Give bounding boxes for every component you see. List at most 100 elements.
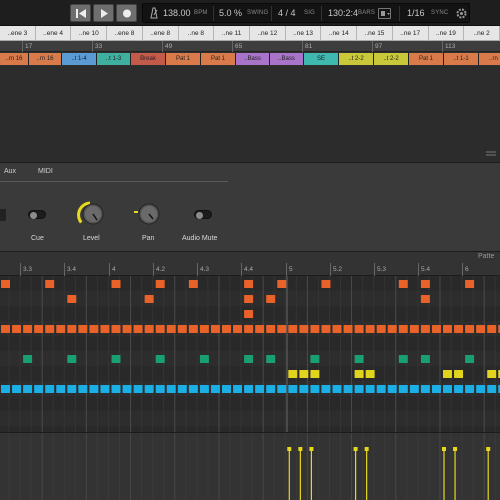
pattern-clip[interactable]: ..Bass — [270, 53, 304, 65]
note[interactable] — [266, 295, 276, 303]
note[interactable] — [465, 280, 475, 288]
note[interactable] — [166, 385, 176, 393]
note[interactable] — [78, 325, 88, 333]
note[interactable] — [310, 370, 320, 378]
pattern-clip[interactable]: ..t 1-4 — [62, 53, 97, 65]
note[interactable] — [443, 370, 452, 378]
audio-mute-toggle[interactable] — [194, 210, 212, 219]
note[interactable] — [199, 355, 209, 363]
resize-grip-icon[interactable] — [486, 151, 496, 157]
pattern-clip[interactable]: ..t 2-2 — [374, 53, 409, 65]
note[interactable] — [111, 325, 121, 333]
note[interactable] — [310, 385, 320, 393]
note[interactable] — [476, 385, 486, 393]
note[interactable] — [244, 295, 254, 303]
note[interactable] — [420, 295, 430, 303]
note[interactable] — [454, 385, 464, 393]
scene-slot[interactable]: ..ne 10 — [71, 26, 108, 41]
note[interactable] — [210, 325, 220, 333]
note[interactable] — [177, 385, 187, 393]
scene-slot[interactable]: ..ene 4 — [36, 26, 72, 41]
note[interactable] — [23, 355, 33, 363]
note[interactable] — [409, 385, 419, 393]
note[interactable] — [188, 325, 198, 333]
note[interactable] — [365, 370, 375, 378]
scene-slot[interactable]: ..ne 12 — [250, 26, 286, 41]
note[interactable] — [67, 295, 77, 303]
note[interactable] — [199, 385, 209, 393]
pattern-clip[interactable]: ..t 1-3 — [97, 53, 131, 65]
pattern-clip[interactable]: SE — [304, 53, 339, 65]
note[interactable] — [431, 325, 441, 333]
note[interactable] — [321, 385, 331, 393]
velocity-stem[interactable] — [353, 447, 358, 500]
note[interactable] — [144, 385, 154, 393]
note[interactable] — [45, 385, 55, 393]
note[interactable] — [56, 385, 66, 393]
note[interactable] — [431, 385, 441, 393]
velocity-stem[interactable] — [364, 447, 369, 500]
note[interactable] — [155, 280, 165, 288]
pattern-clip[interactable]: ..t 2-2 — [339, 53, 374, 65]
note[interactable] — [1, 325, 10, 333]
quantize-value[interactable]: 1/16 — [407, 8, 425, 18]
note[interactable] — [454, 325, 464, 333]
note[interactable] — [111, 355, 121, 363]
note[interactable] — [1, 280, 10, 288]
scene-slot[interactable]: ..ne 8 — [179, 26, 215, 41]
note[interactable] — [23, 385, 33, 393]
velocity-stem[interactable] — [453, 447, 458, 500]
gear-icon[interactable] — [456, 8, 467, 19]
note[interactable] — [365, 325, 375, 333]
note[interactable] — [376, 385, 386, 393]
note[interactable] — [255, 385, 265, 393]
rewind-button[interactable] — [70, 4, 91, 22]
note[interactable] — [321, 325, 331, 333]
pattern-clip[interactable]: Pat 1 — [166, 53, 201, 65]
velocity-stem[interactable] — [298, 447, 303, 500]
note[interactable] — [465, 385, 475, 393]
note[interactable] — [122, 325, 132, 333]
note[interactable] — [343, 385, 353, 393]
scene-slot[interactable]: ..ene 8 — [143, 26, 179, 41]
scene-slot[interactable]: ..ne 19 — [429, 26, 465, 41]
note[interactable] — [34, 325, 44, 333]
note[interactable] — [244, 280, 254, 288]
note[interactable] — [487, 325, 497, 333]
note[interactable] — [420, 280, 430, 288]
note[interactable] — [166, 325, 176, 333]
swing-value[interactable]: 5.0 % — [219, 8, 242, 18]
scene-slot[interactable]: ..ne 2 — [464, 26, 500, 41]
note[interactable] — [12, 325, 22, 333]
play-button[interactable] — [93, 4, 114, 22]
note[interactable] — [288, 385, 298, 393]
scene-slot[interactable]: ..ne 17 — [393, 26, 429, 41]
tab-aux[interactable]: Aux — [4, 168, 16, 175]
note[interactable] — [310, 355, 320, 363]
note[interactable] — [299, 325, 309, 333]
pan-knob[interactable] — [132, 200, 166, 230]
panel-edge-control[interactable] — [0, 209, 6, 221]
pattern-ruler[interactable]: 3.3 3.4 4 4.2 4.3 4.4 5 5.2 5.3 5.4 6 — [0, 263, 500, 276]
note[interactable] — [454, 370, 464, 378]
velocity-stem[interactable] — [442, 447, 446, 500]
note[interactable] — [1, 385, 10, 393]
note[interactable] — [210, 385, 220, 393]
signature-value[interactable]: 4 / 4 — [278, 8, 296, 18]
velocity-stem[interactable] — [309, 447, 314, 500]
note[interactable] — [465, 325, 475, 333]
note[interactable] — [266, 385, 276, 393]
note[interactable] — [288, 325, 298, 333]
note[interactable] — [244, 385, 254, 393]
note[interactable] — [321, 280, 331, 288]
note[interactable] — [34, 385, 44, 393]
note[interactable] — [398, 325, 408, 333]
pattern-clip[interactable]: ..rn 16 — [29, 53, 62, 65]
note[interactable] — [177, 325, 187, 333]
note[interactable] — [255, 325, 265, 333]
velocity-stem[interactable] — [287, 447, 292, 500]
note[interactable] — [45, 325, 55, 333]
note[interactable] — [144, 295, 154, 303]
note[interactable] — [188, 385, 198, 393]
note[interactable] — [288, 370, 298, 378]
